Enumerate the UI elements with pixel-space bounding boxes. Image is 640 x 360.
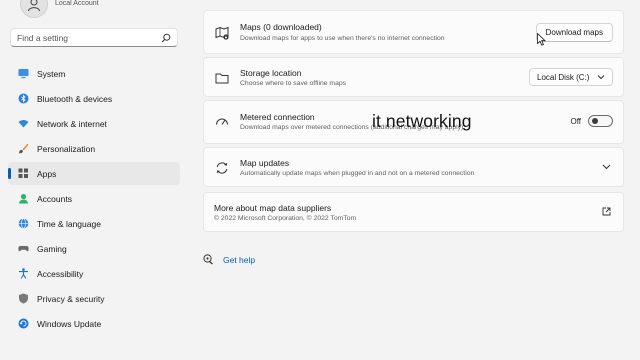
chevron-down-icon[interactable] [602,162,611,171]
nav-item-system[interactable]: System [8,62,180,85]
get-help-label: Get help [223,254,256,265]
nav-item-apps[interactable]: Apps [8,162,180,185]
map-updates-card[interactable]: Map updates Automatically update maps wh… [203,147,624,187]
nav-label: Windows Update [37,318,102,329]
settings-nav: System Bluetooth & devices Network & int… [8,62,180,337]
nav-item-windows-update[interactable]: Windows Update [8,312,180,335]
nav-item-gaming[interactable]: Gaming [8,237,180,260]
bluetooth-icon [18,93,29,104]
overlay-caption: it networking [372,111,472,131]
get-help-link[interactable]: Get help [203,254,255,265]
storage-location-select[interactable]: Local Disk (C:) [529,68,613,86]
folder-icon [215,71,229,85]
help-icon [203,254,214,265]
avatar [20,0,48,18]
nav-label: Accounts [37,193,72,204]
account-header[interactable] [20,0,48,18]
nav-item-bluetooth-devices[interactable]: Bluetooth & devices [8,87,180,110]
nav-label: Accessibility [37,268,84,279]
nav-item-privacy-security[interactable]: Privacy & security [8,287,180,310]
nav-label: Time & language [37,218,101,229]
metered-title: Metered connection [240,112,315,122]
storage-location-card: Storage location Choose where to save of… [203,57,624,97]
nav-label: System [37,68,66,79]
nav-label: Gaming [37,243,67,254]
sync-icon [215,161,229,175]
map-updates-description: Automatically update maps when plugged i… [240,170,475,177]
accounts-icon [18,193,29,204]
download-maps-button[interactable]: Download maps [535,23,613,42]
brush-icon [18,143,29,154]
wifi-icon [18,118,29,129]
user-icon [28,0,40,11]
open-external-icon[interactable] [602,207,611,216]
chevron-down-icon [597,73,605,81]
nav-label: Personalization [37,143,96,154]
search-icon[interactable] [161,33,171,43]
map-data-suppliers-card[interactable]: More about map data suppliers © 2022 Mic… [203,192,624,232]
search-box[interactable] [10,28,178,47]
account-type: Local Account [55,0,99,7]
suppliers-copyright: © 2022 Microsoft Corporation, © 2022 Tom… [214,215,357,222]
nav-label: Privacy & security [37,293,105,304]
nav-label: Apps [37,168,57,179]
maps-title: Maps (0 downloaded) [240,22,322,32]
nav-item-personalization[interactable]: Personalization [8,137,180,160]
apps-icon [18,168,29,179]
search-input[interactable] [17,32,161,43]
metered-toggle-state: Off [570,117,581,126]
nav-item-accessibility[interactable]: Accessibility [8,262,180,285]
nav-item-accounts[interactable]: Accounts [8,187,180,210]
gaming-icon [18,243,29,254]
storage-title: Storage location [240,68,302,78]
globe-icon [18,218,29,229]
toggle-knob [592,118,598,124]
map-download-icon [215,26,229,40]
maps-description: Download maps for apps to use when there… [240,35,445,42]
nav-label: Bluetooth & devices [37,93,113,104]
maps-card: Maps (0 downloaded) Download maps for ap… [203,10,624,54]
shield-icon [18,293,29,304]
accessibility-icon [18,268,29,279]
sidebar: Local Account System Bluetooth & devices [0,0,190,360]
suppliers-title: More about map data suppliers [214,203,332,213]
map-updates-title: Map updates [240,158,290,168]
metered-connection-toggle[interactable] [588,115,613,127]
nav-label: Network & internet [37,118,107,129]
system-icon [18,68,29,79]
nav-item-network-internet[interactable]: Network & internet [8,112,180,135]
update-icon [18,318,29,329]
nav-item-time-language[interactable]: Time & language [8,212,180,235]
mouse-cursor-icon [537,33,546,46]
storage-select-value: Local Disk (C:) [537,72,590,82]
storage-description: Choose where to save offline maps [240,80,347,87]
metered-gauge-icon [215,115,229,129]
